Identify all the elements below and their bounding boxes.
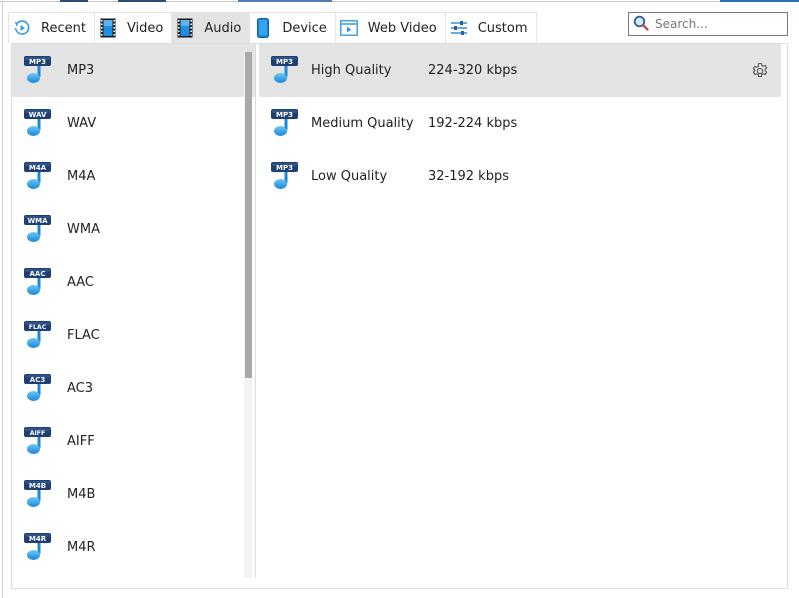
format-category-tabs: Recent Video Audio Device Web Video Custom bbox=[8, 12, 537, 43]
sliders-icon bbox=[450, 18, 468, 38]
tab-label: Recent bbox=[41, 20, 86, 36]
audio-format-icon: FLAC bbox=[22, 317, 56, 354]
svg-text:AIFF: AIFF bbox=[30, 430, 46, 437]
tab-label: Device bbox=[282, 20, 327, 36]
film-icon bbox=[176, 18, 194, 38]
preset-bitrate: 224-320 kbps bbox=[428, 63, 518, 78]
tab-device[interactable]: Device bbox=[249, 12, 336, 43]
preset-name: High Quality bbox=[311, 63, 392, 78]
format-list-scrollbar[interactable] bbox=[244, 52, 252, 578]
audio-format-icon: WAV bbox=[22, 105, 56, 142]
preset-bitrate: 32-192 kbps bbox=[428, 169, 509, 184]
search-input[interactable] bbox=[655, 17, 785, 31]
format-item-m4b[interactable]: M4B M4B bbox=[12, 468, 255, 521]
preset-item[interactable]: MP3 Low Quality 32-192 kbps bbox=[259, 150, 781, 203]
format-item-mp3[interactable]: MP3 MP3 bbox=[12, 44, 255, 97]
tab-audio[interactable]: Audio bbox=[171, 12, 251, 43]
panel-divider bbox=[255, 44, 256, 578]
svg-text:WMA: WMA bbox=[27, 217, 48, 225]
recent-play-icon bbox=[13, 18, 31, 38]
phone-icon bbox=[254, 18, 272, 38]
audio-format-icon: MP3 bbox=[269, 158, 303, 195]
audio-format-icon: AC3 bbox=[22, 370, 56, 407]
gear-icon[interactable] bbox=[751, 62, 769, 80]
format-label: M4A bbox=[67, 169, 96, 184]
svg-text:MP3: MP3 bbox=[29, 58, 46, 66]
tab-label: Web Video bbox=[367, 20, 437, 36]
preset-list: MP3 High Quality 224-320 kbps MP3 Medium Qua… bbox=[259, 44, 781, 203]
preset-name: Low Quality bbox=[311, 169, 388, 184]
svg-text:WAV: WAV bbox=[29, 111, 47, 119]
audio-format-icon: M4R bbox=[22, 529, 56, 566]
svg-text:AAC: AAC bbox=[30, 270, 46, 278]
format-label: WMA bbox=[67, 222, 100, 237]
audio-format-icon: MP3 bbox=[269, 105, 303, 142]
format-item-wma[interactable]: WMA WMA bbox=[12, 203, 255, 256]
format-list: MP3 MP3 WAV WAV M4A M4A WMA WMA AAC AAC FLAC FLAC AC… bbox=[12, 44, 255, 578]
audio-format-icon: MP3 bbox=[22, 52, 56, 89]
format-item-aac[interactable]: AAC AAC bbox=[12, 256, 255, 309]
preset-name: Medium Quality bbox=[311, 116, 414, 131]
svg-text:M4R: M4R bbox=[29, 535, 47, 543]
format-label: M4B bbox=[67, 487, 96, 502]
svg-text:AC3: AC3 bbox=[30, 376, 46, 384]
audio-format-icon: AIFF bbox=[22, 423, 56, 460]
search-icon bbox=[633, 15, 649, 34]
svg-text:FLAC: FLAC bbox=[29, 324, 47, 331]
tab-label: Audio bbox=[204, 20, 242, 36]
format-item-aiff[interactable]: AIFF AIFF bbox=[12, 415, 255, 468]
format-item-flac[interactable]: FLAC FLAC bbox=[12, 309, 255, 362]
tab-label: Video bbox=[126, 20, 164, 36]
format-label: WAV bbox=[67, 116, 97, 131]
svg-text:M4B: M4B bbox=[29, 482, 46, 490]
film-icon bbox=[99, 18, 117, 38]
preset-bitrate: 192-224 kbps bbox=[428, 116, 518, 131]
scrollbar-thumb[interactable] bbox=[245, 52, 252, 378]
svg-text:MP3: MP3 bbox=[276, 164, 293, 172]
audio-format-icon: AAC bbox=[22, 264, 56, 301]
svg-text:MP3: MP3 bbox=[276, 58, 293, 66]
format-label: AAC bbox=[67, 275, 94, 290]
format-item-wav[interactable]: WAV WAV bbox=[12, 97, 255, 150]
audio-format-icon: M4A bbox=[22, 158, 56, 195]
web-video-icon bbox=[339, 18, 358, 38]
tab-web-video[interactable]: Web Video bbox=[334, 12, 446, 43]
audio-format-icon: MP3 bbox=[269, 52, 303, 89]
format-label: AIFF bbox=[67, 434, 95, 449]
format-label: M4R bbox=[67, 540, 96, 555]
audio-format-icon: M4B bbox=[22, 476, 56, 513]
svg-text:M4A: M4A bbox=[29, 164, 47, 172]
tab-custom[interactable]: Custom bbox=[444, 12, 537, 43]
preset-item[interactable]: MP3 High Quality 224-320 kbps bbox=[259, 44, 781, 97]
tab-video[interactable]: Video bbox=[93, 12, 173, 43]
search-box[interactable] bbox=[628, 12, 788, 36]
format-item-ac3[interactable]: AC3 AC3 bbox=[12, 362, 255, 415]
tab-recent[interactable]: Recent bbox=[8, 12, 95, 43]
format-label: AC3 bbox=[67, 381, 94, 396]
preset-item[interactable]: MP3 Medium Quality 192-224 kbps bbox=[259, 97, 781, 150]
svg-text:MP3: MP3 bbox=[276, 111, 293, 119]
format-panel: MP3 MP3 WAV WAV M4A M4A WMA WMA AAC AAC FLAC FLAC AC… bbox=[11, 43, 788, 589]
format-label: FLAC bbox=[67, 328, 100, 343]
tab-label: Custom bbox=[477, 20, 528, 36]
audio-format-icon: WMA bbox=[22, 211, 56, 248]
format-item-m4r[interactable]: M4R M4R bbox=[12, 521, 255, 574]
format-label: MP3 bbox=[67, 63, 95, 78]
format-item-m4a[interactable]: M4A M4A bbox=[12, 150, 255, 203]
